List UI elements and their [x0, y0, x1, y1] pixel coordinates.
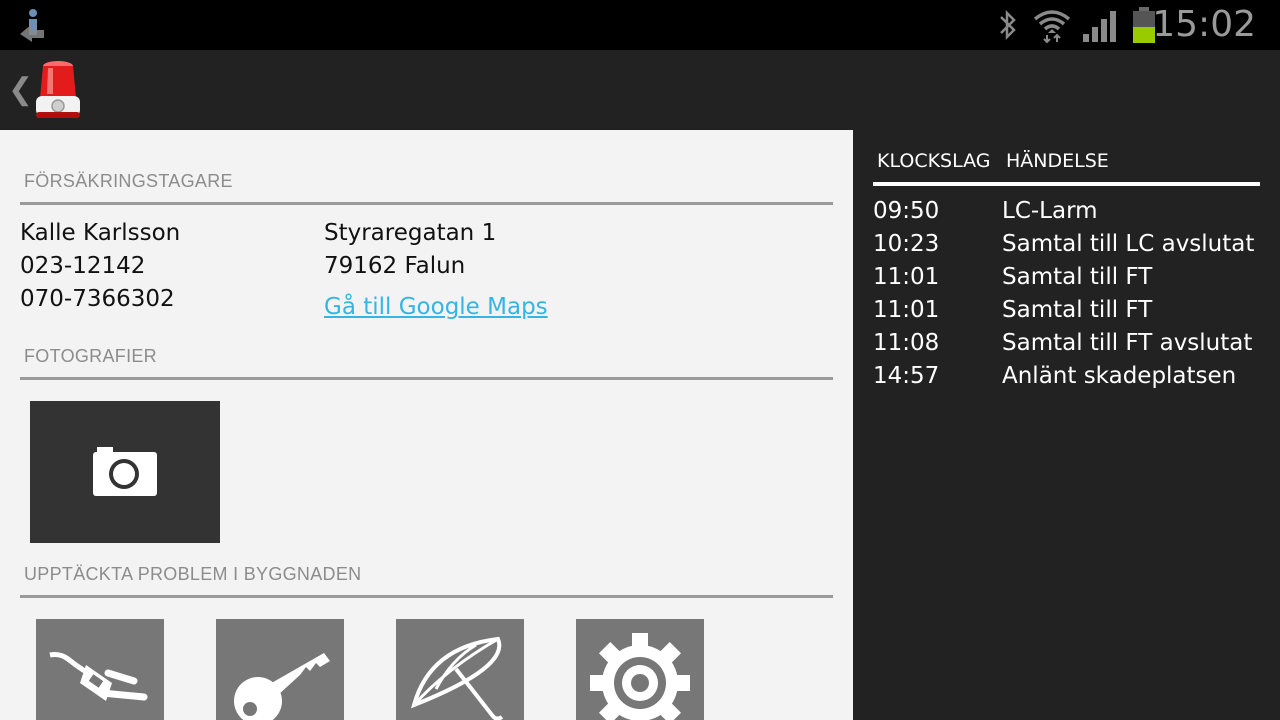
postal-city: 79162 Falun — [324, 253, 466, 279]
phone-number-1[interactable]: 023-12142 — [20, 250, 145, 283]
key-icon — [234, 653, 330, 720]
insured-divider — [20, 202, 833, 205]
insured-name: Kalle Karlsson — [20, 220, 181, 246]
timeline-header-event: HÄNDELSE — [1006, 150, 1109, 172]
timeline-row: 09:50 LC-Larm — [873, 198, 1273, 231]
street-address: Styraregatan 1 — [324, 220, 497, 246]
timeline-event: Samtal till FT — [1002, 297, 1153, 323]
timeline-header-time: KLOCKSLAG — [877, 150, 991, 172]
timeline-event: Anlänt skadeplatsen — [1002, 363, 1237, 389]
wifi-icon — [1033, 10, 1071, 43]
timeline-row: 14:57 Anlänt skadeplatsen — [873, 363, 1273, 396]
status-icons — [995, 6, 1157, 44]
problem-lock-button[interactable] — [216, 619, 344, 720]
timeline-event: Samtal till FT — [1002, 264, 1153, 290]
signal-icon — [1083, 11, 1116, 42]
umbrella-icon — [411, 636, 504, 720]
status-bar: 15:02 — [0, 0, 1280, 50]
gear-icon — [590, 633, 690, 720]
timeline-event: Samtal till LC avslutat — [1002, 231, 1255, 257]
problems-divider — [20, 595, 833, 598]
problem-other-button[interactable] — [576, 619, 704, 720]
timeline-row: 11:01 Samtal till FT — [873, 297, 1273, 330]
timeline-row: 11:01 Samtal till FT — [873, 264, 1273, 297]
timeline-header-divider — [873, 182, 1260, 186]
timeline-time: 10:23 — [873, 231, 940, 257]
timeline-row: 10:23 Samtal till LC avslutat — [873, 231, 1273, 264]
timeline-time: 11:08 — [873, 330, 940, 356]
phone-number-2[interactable]: 070-7366302 — [20, 283, 175, 316]
action-bar: ❮ — [0, 50, 1280, 130]
add-photo-button[interactable] — [30, 401, 220, 543]
problem-electric-button[interactable] — [36, 619, 164, 720]
camera-icon — [93, 447, 157, 496]
bluetooth-icon — [1000, 9, 1016, 41]
google-maps-link[interactable]: Gå till Google Maps — [324, 294, 548, 320]
photos-section-title: FOTOGRAFIER — [24, 346, 157, 366]
clock: 15:02 — [1152, 4, 1256, 45]
problem-water-button[interactable] — [396, 619, 524, 720]
photos-divider — [20, 377, 833, 380]
plug-icon — [49, 652, 148, 701]
timeline-time: 11:01 — [873, 297, 940, 323]
problems-section-title: UPPTÄCKTA PROBLEM I BYGGNADEN — [24, 564, 362, 584]
main-panel: FÖRSÄKRINGSTAGARE Kalle Karlsson 023-121… — [0, 130, 853, 720]
siren-icon[interactable] — [30, 58, 86, 122]
timeline-time: 09:50 — [873, 198, 940, 224]
timeline-time: 14:57 — [873, 363, 940, 389]
timeline-time: 11:01 — [873, 264, 940, 290]
timeline-panel: KLOCKSLAG HÄNDELSE 09:50 LC-Larm 10:23 S… — [853, 130, 1280, 720]
timeline-event: LC-Larm — [1002, 198, 1098, 224]
timeline-row: 11:08 Samtal till FT avslutat — [873, 330, 1273, 363]
insured-section-title: FÖRSÄKRINGSTAGARE — [24, 171, 233, 191]
notification-icon[interactable] — [18, 8, 50, 42]
timeline-event: Samtal till FT avslutat — [1002, 330, 1253, 356]
